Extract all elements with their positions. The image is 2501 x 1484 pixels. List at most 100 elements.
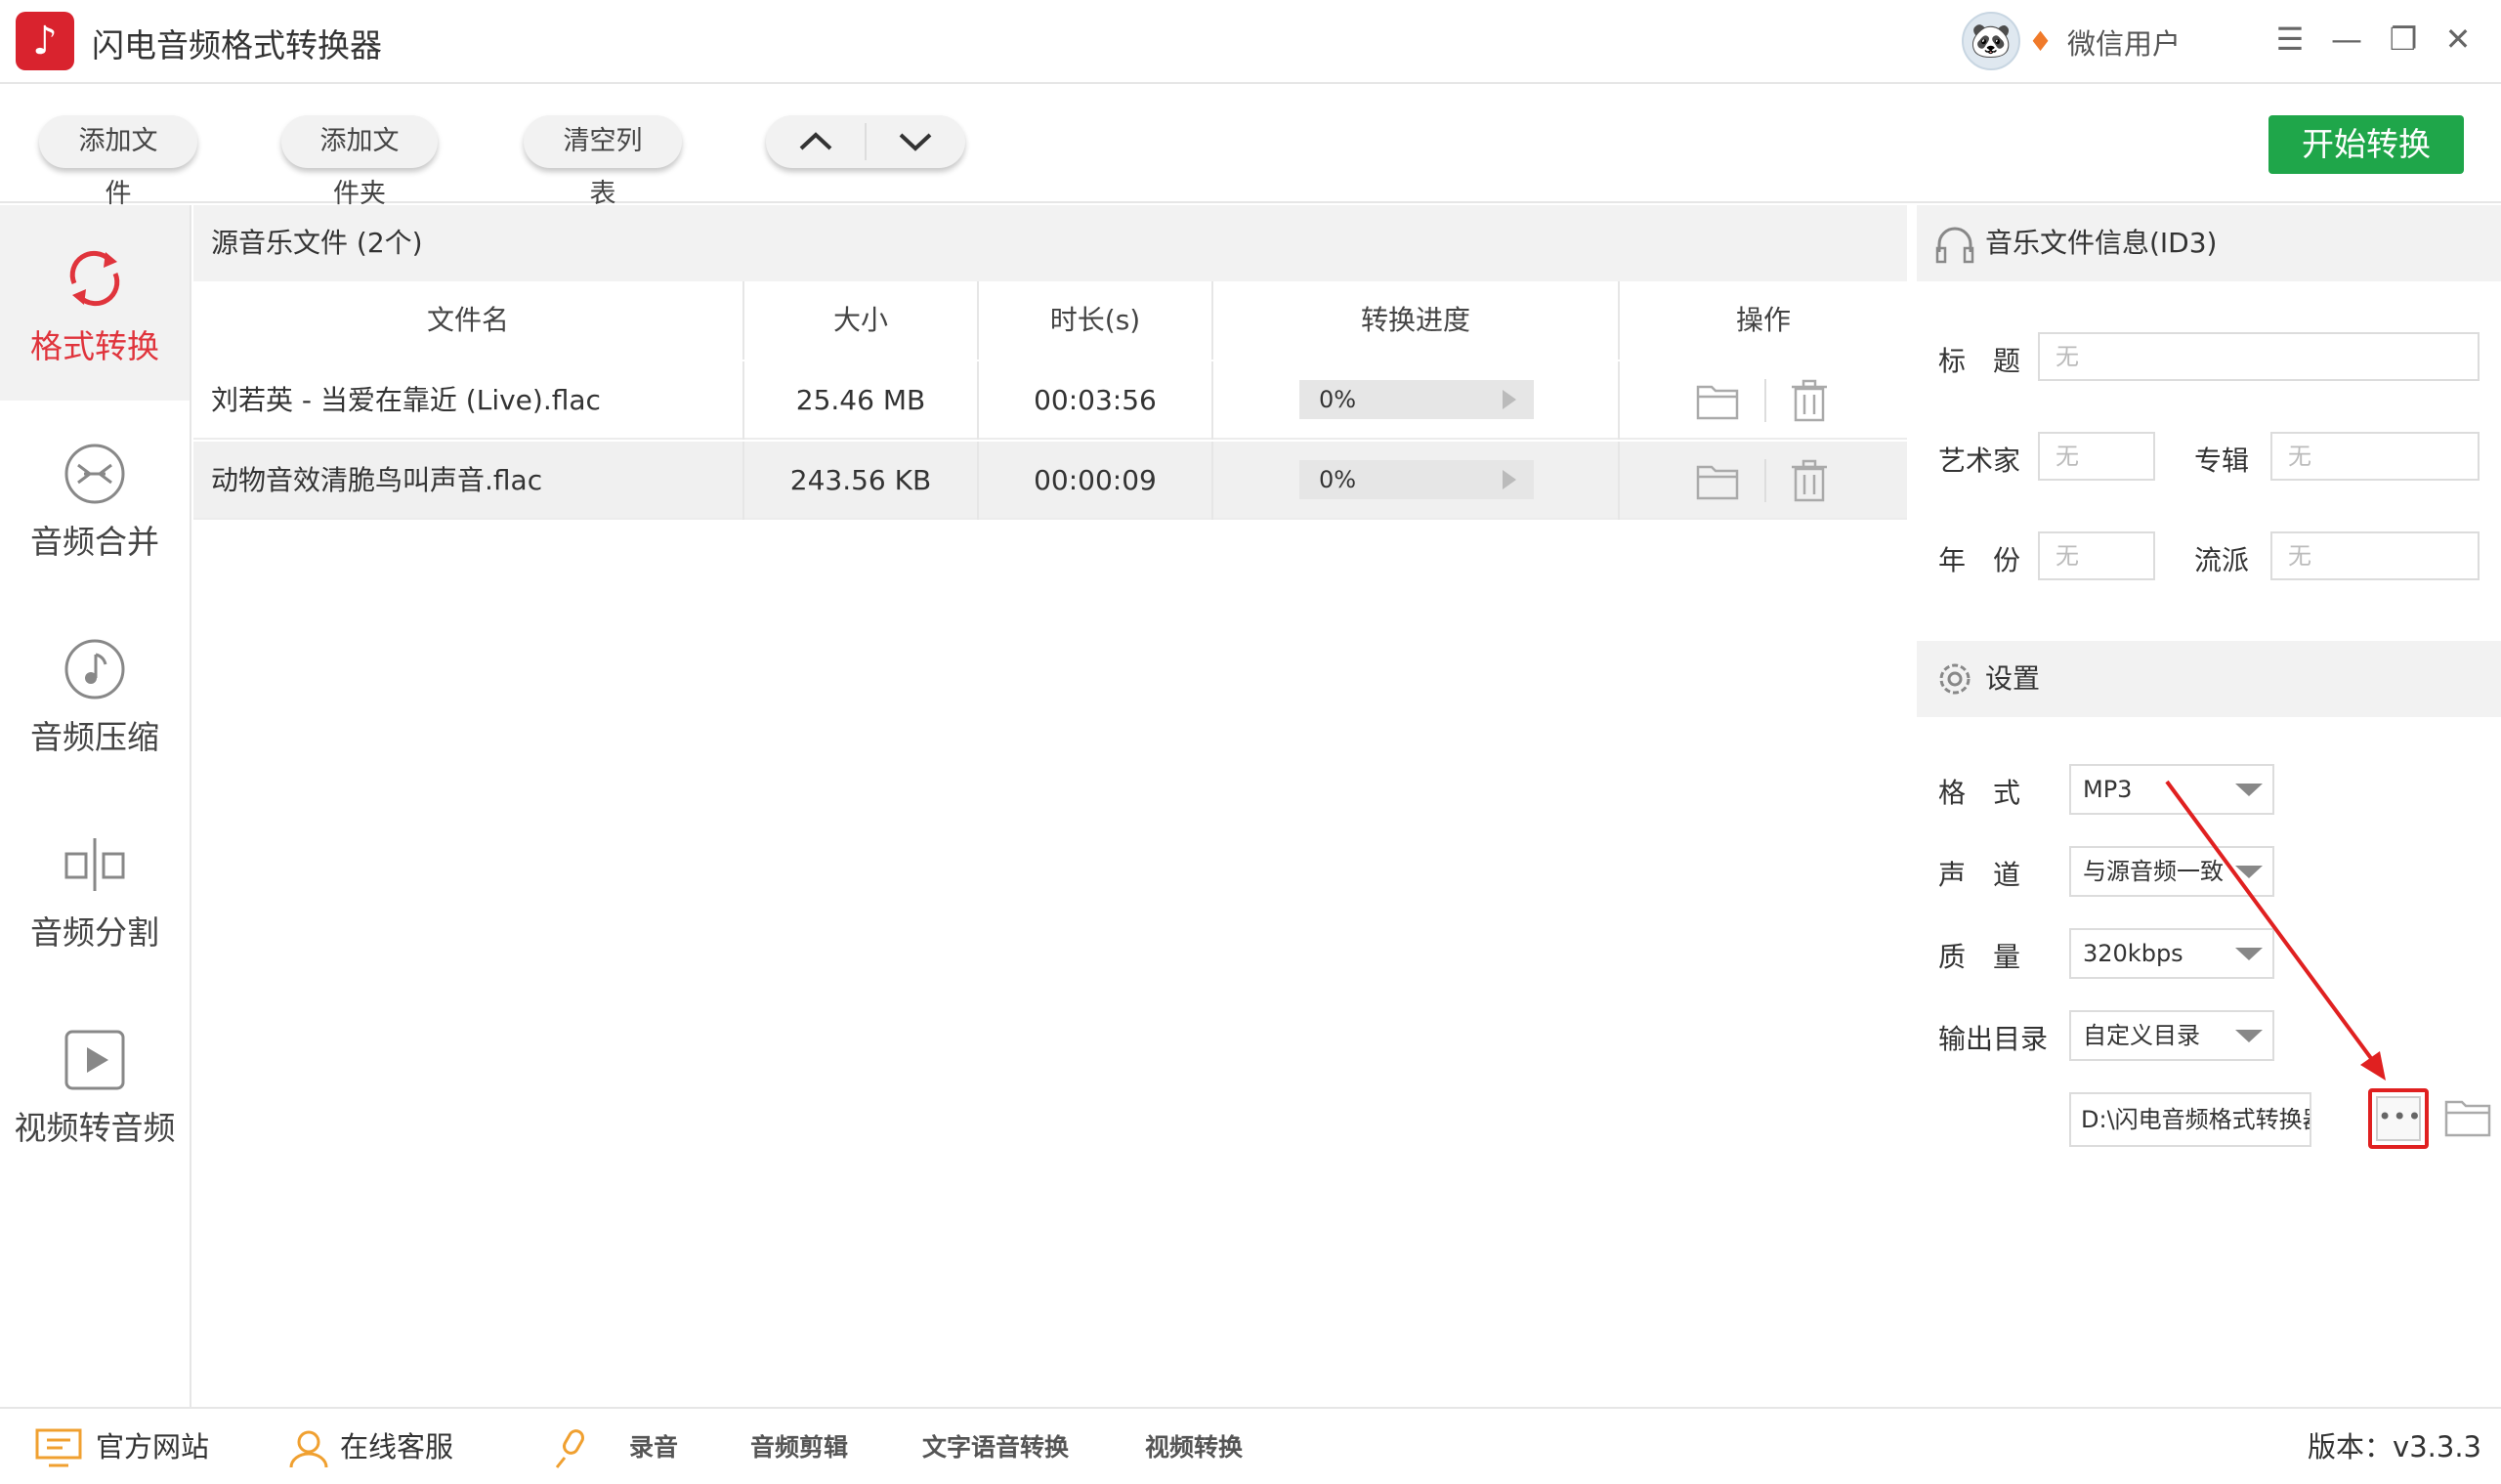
headphones-icon xyxy=(1935,227,1974,264)
progress-text: 0% xyxy=(1319,466,1357,493)
open-folder-icon[interactable] xyxy=(2444,1096,2491,1137)
user-avatar[interactable]: 🐼 xyxy=(1962,12,2020,70)
file-duration: 00:00:09 xyxy=(979,442,1213,520)
col-actions: 操作 xyxy=(1620,281,1907,360)
minimize-icon[interactable]: — xyxy=(2325,18,2368,61)
output-dir-label: 输出目录 xyxy=(1938,1023,2049,1055)
dropdown-arrow-icon xyxy=(2235,784,2263,796)
compress-icon xyxy=(64,639,125,700)
add-file-button[interactable]: 添加文件 xyxy=(39,115,197,209)
file-list-panel: 源音乐文件 (2个) 文件名 大小 时长(s) 转换进度 操作 刘若英 - 当爱… xyxy=(193,205,1907,1407)
customer-service-icon xyxy=(289,1430,328,1468)
title-input[interactable]: 无 xyxy=(2038,332,2480,381)
right-panel: 音乐文件信息(ID3) 标 题 无 艺术家 无 专辑 无 年 份 无 流派 无 … xyxy=(1917,205,2501,1407)
format-select[interactable]: MP3 xyxy=(2069,764,2274,815)
nav-format-convert[interactable]: 格式转换 xyxy=(0,205,190,401)
file-duration: 00:03:56 xyxy=(979,361,1213,440)
bottom-bar: 官方网站 在线客服 录音 音频剪辑 文字语音转换 视频转换 版本：v3.3.3 xyxy=(0,1407,2501,1484)
table-row[interactable]: 动物音效清脆鸟叫声音.flac 243.56 KB 00:00:09 0% xyxy=(193,442,1907,520)
nav-label: 音频分割 xyxy=(30,913,159,952)
app-title: 闪电音频格式转换器 xyxy=(92,26,382,64)
progress-text: 0% xyxy=(1319,386,1357,413)
actions-cell xyxy=(1620,442,1907,520)
channel-label: 声 道 xyxy=(1938,859,2021,891)
progress-cell: 0% xyxy=(1213,442,1620,520)
quality-label: 质 量 xyxy=(1938,941,2021,973)
format-label: 格 式 xyxy=(1938,777,2021,809)
output-dir-value: 自定义目录 xyxy=(2083,1022,2200,1049)
settings-title: 设置 xyxy=(1985,662,2041,695)
channel-value: 与源音频一致 xyxy=(2083,858,2224,885)
nav-label: 音频合并 xyxy=(30,523,159,561)
add-folder-button[interactable]: 添加文件夹 xyxy=(281,115,438,209)
play-icon xyxy=(1503,390,1516,409)
delete-icon[interactable] xyxy=(1790,459,1829,502)
menu-icon[interactable]: ☰ xyxy=(2268,18,2311,61)
dropdown-arrow-icon xyxy=(2235,866,2263,878)
user-name[interactable]: 微信用户 xyxy=(2067,21,2181,63)
merge-icon xyxy=(64,444,125,504)
nav-audio-compress[interactable]: 音频压缩 xyxy=(0,596,190,791)
left-nav: 格式转换 音频合并 音频压缩 音频分割 视频转音频 xyxy=(0,205,191,1407)
nav-audio-split[interactable]: 音频分割 xyxy=(0,791,190,987)
settings-header: 设置 xyxy=(1917,641,2501,717)
browse-more-button[interactable]: ••• xyxy=(2368,1088,2429,1149)
record-link[interactable]: 录音 xyxy=(629,1409,678,1484)
clear-list-button[interactable]: 清空列表 xyxy=(524,115,682,209)
album-label: 专辑 xyxy=(2194,445,2250,477)
output-dir-select[interactable]: 自定义目录 xyxy=(2069,1010,2274,1061)
open-folder-icon[interactable] xyxy=(1696,461,1739,500)
toolbar: 添加文件 添加文件夹 清空列表 开始转换 xyxy=(0,86,2501,209)
quality-select[interactable]: 320kbps xyxy=(2069,928,2274,979)
progress-cell: 0% xyxy=(1213,361,1620,440)
channel-select[interactable]: 与源音频一致 xyxy=(2069,846,2274,897)
start-convert-button[interactable]: 开始转换 xyxy=(2268,115,2464,174)
official-website-link[interactable]: 官方网站 xyxy=(96,1409,209,1484)
close-icon[interactable]: ✕ xyxy=(2437,18,2480,61)
chevron-up-icon xyxy=(799,132,832,150)
move-up-button[interactable] xyxy=(766,115,866,168)
actions-cell xyxy=(1620,361,1907,440)
gear-icon xyxy=(1939,663,1971,695)
nav-video-to-audio[interactable]: 视频转音频 xyxy=(0,987,190,1182)
col-progress: 转换进度 xyxy=(1213,281,1620,360)
year-input[interactable]: 无 xyxy=(2038,531,2155,580)
convert-icon xyxy=(69,250,120,307)
album-input[interactable]: 无 xyxy=(2270,432,2480,481)
file-size: 25.46 MB xyxy=(744,361,979,440)
col-size: 大小 xyxy=(744,281,979,360)
artist-input[interactable]: 无 xyxy=(2038,432,2155,481)
play-icon xyxy=(1503,470,1516,489)
id3-title: 音乐文件信息(ID3) xyxy=(1985,227,2218,259)
nav-label: 格式转换 xyxy=(30,327,159,365)
table-row[interactable]: 刘若英 - 当爱在靠近 (Live).flac 25.46 MB 00:03:5… xyxy=(193,361,1907,440)
restore-icon[interactable]: ❐ xyxy=(2382,18,2425,61)
move-buttons xyxy=(766,115,965,168)
split-icon xyxy=(64,838,125,891)
genre-label: 流派 xyxy=(2194,544,2250,576)
open-folder-icon[interactable] xyxy=(1696,381,1739,420)
text-to-speech-link[interactable]: 文字语音转换 xyxy=(922,1409,1069,1484)
file-name: 动物音效清脆鸟叫声音.flac xyxy=(193,442,744,520)
video-icon xyxy=(64,1030,125,1090)
title-label: 标 题 xyxy=(1938,345,2021,377)
quality-value: 320kbps xyxy=(2083,940,2183,967)
vip-badge-icon: ♦ xyxy=(2028,25,2054,58)
move-down-button[interactable] xyxy=(866,115,965,168)
online-service-link[interactable]: 在线客服 xyxy=(340,1409,453,1484)
artist-label: 艺术家 xyxy=(1938,445,2021,477)
audio-edit-link[interactable]: 音频剪辑 xyxy=(750,1409,848,1484)
app-logo-icon: ♪ xyxy=(16,12,74,70)
delete-icon[interactable] xyxy=(1790,379,1829,422)
title-bar: ♪ 闪电音频格式转换器 🐼 ♦ 微信用户 ☰ — ❐ ✕ xyxy=(0,0,2501,84)
monitor-icon xyxy=(35,1428,82,1467)
more-icon: ••• xyxy=(2376,1096,2421,1141)
chevron-down-icon xyxy=(899,133,932,151)
nav-label: 视频转音频 xyxy=(14,1109,176,1147)
nav-audio-merge[interactable]: 音频合并 xyxy=(0,401,190,596)
video-convert-link[interactable]: 视频转换 xyxy=(1145,1409,1243,1484)
nav-label: 音频压缩 xyxy=(30,718,159,756)
genre-input[interactable]: 无 xyxy=(2270,531,2480,580)
output-path-input[interactable]: D:\闪电音频格式转换器\ xyxy=(2069,1092,2311,1147)
progress-bar: 0% xyxy=(1299,460,1534,499)
